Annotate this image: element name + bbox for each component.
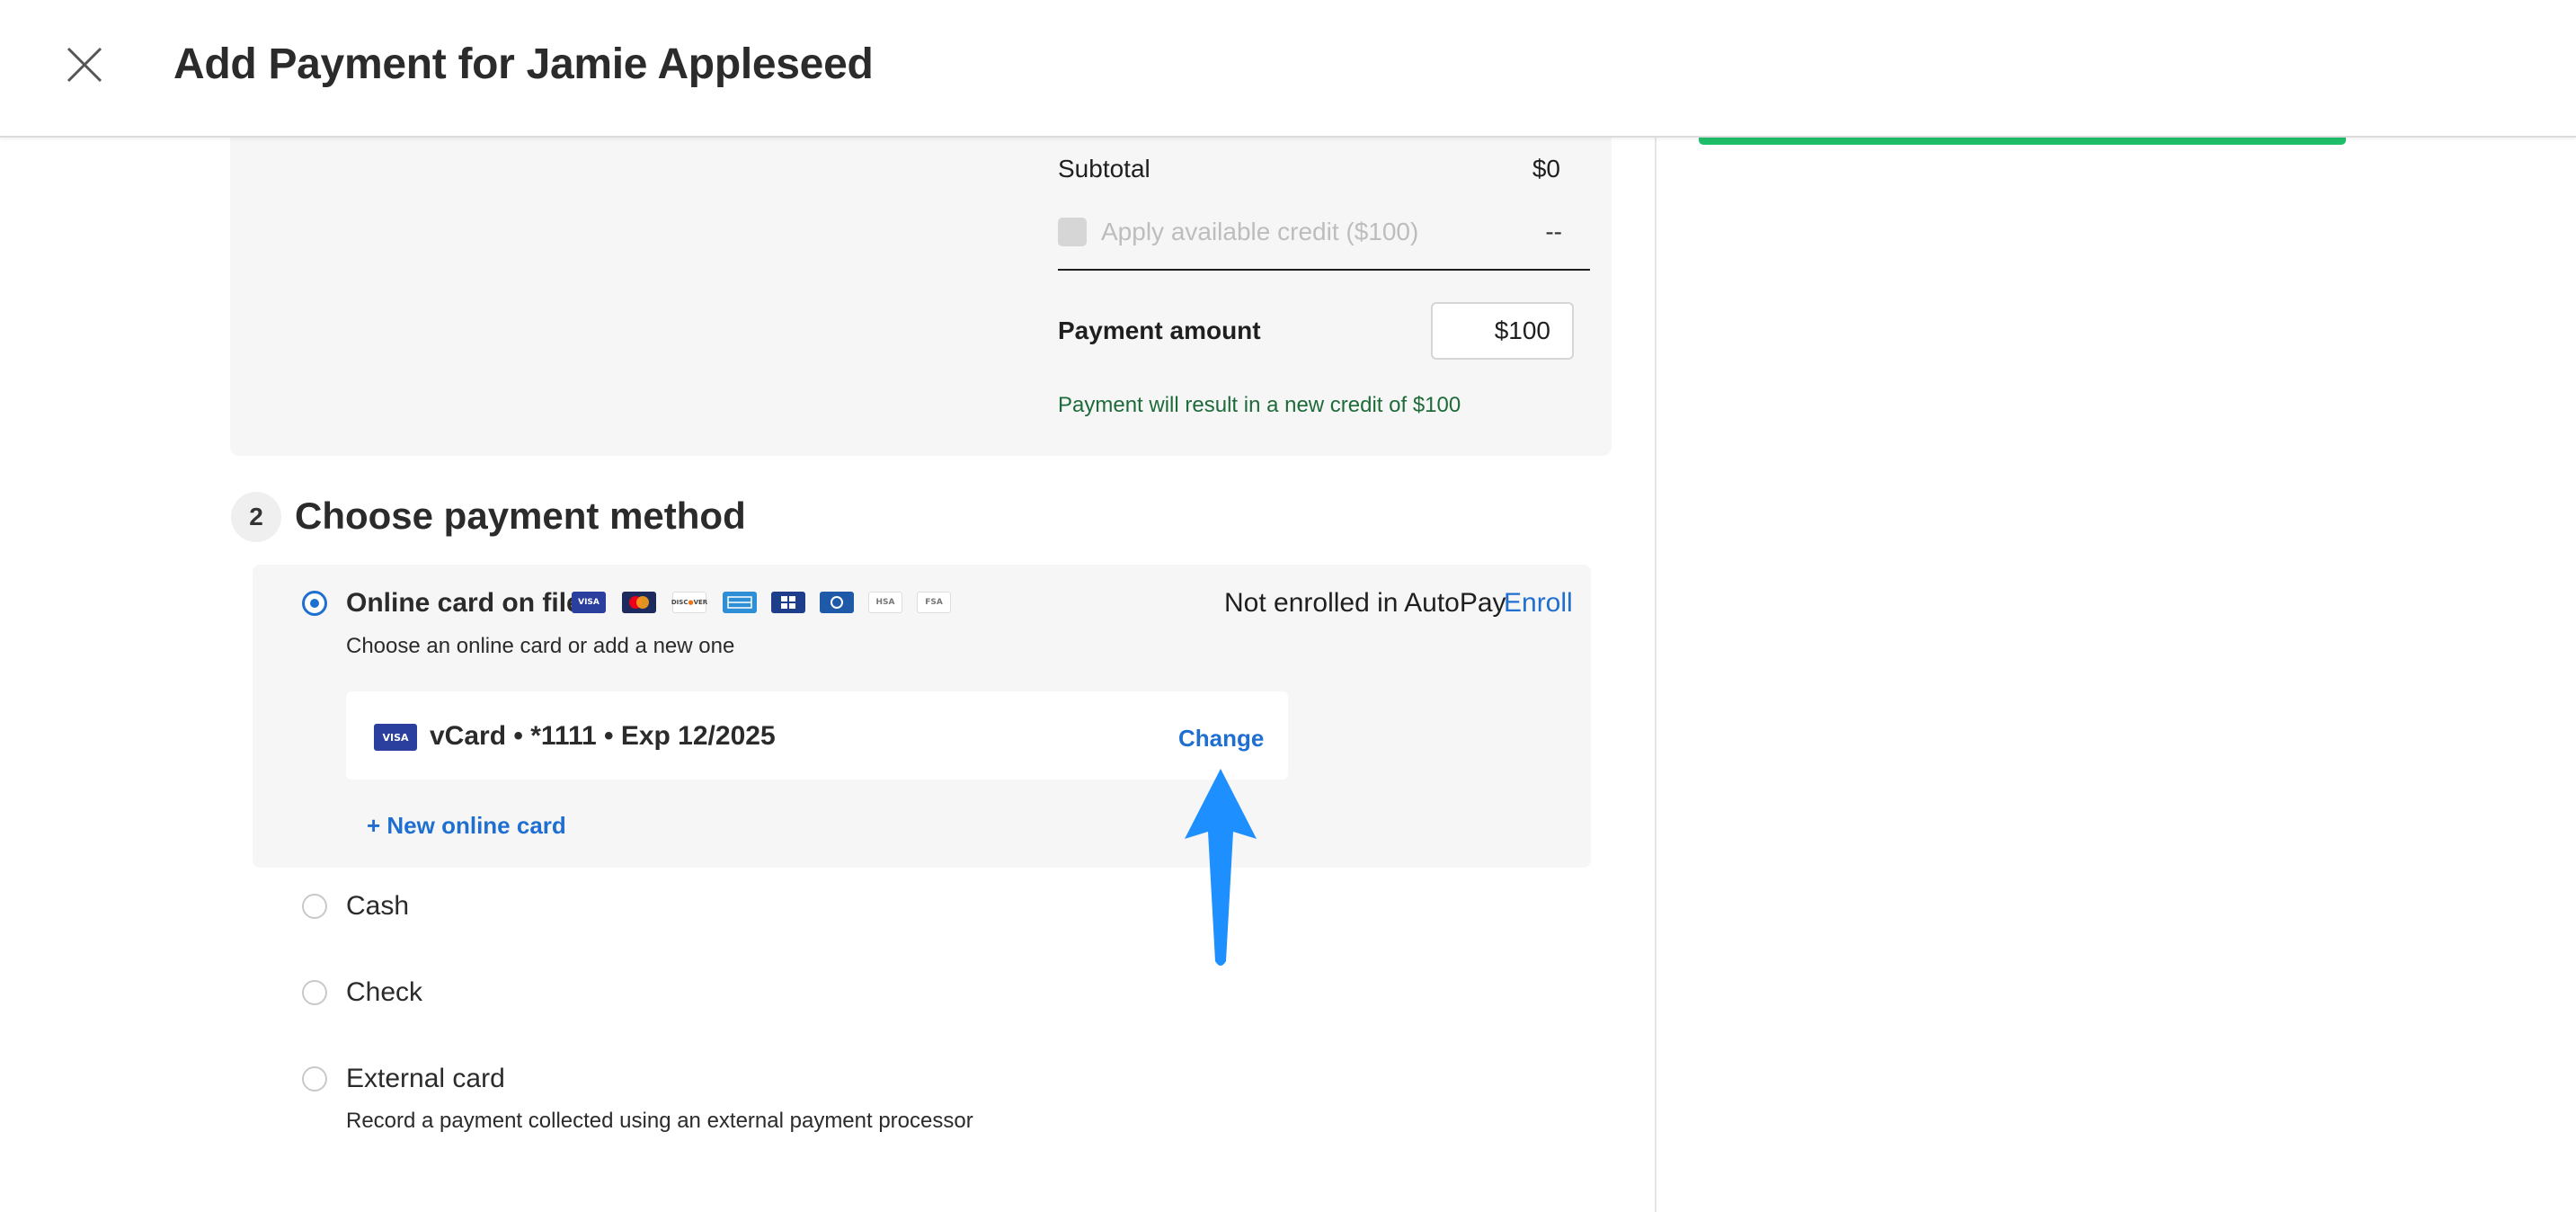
online-card-radio[interactable]	[302, 591, 327, 616]
hsa-icon: HSA	[868, 592, 902, 613]
autopay-status: Not enrolled in AutoPay	[1224, 588, 1506, 618]
change-card-button[interactable]: Change	[1178, 725, 1264, 753]
selected-card-label: vCard • *1111 • Exp 12/2025	[430, 721, 776, 751]
enroll-autopay-link[interactable]: Enroll	[1504, 588, 1573, 619]
page-title: Add Payment for Jamie Appleseed	[173, 40, 874, 88]
cash-radio[interactable]	[302, 894, 327, 919]
close-icon[interactable]	[61, 41, 108, 88]
online-card-label: Online card on file	[346, 588, 582, 618]
cash-label: Cash	[346, 891, 410, 921]
annotation-arrow-icon	[1179, 769, 1262, 967]
apply-credit-checkbox[interactable]	[1058, 218, 1087, 246]
step-title: Choose payment method	[295, 495, 746, 537]
external-card-label: External card	[346, 1064, 505, 1093]
new-online-card-button[interactable]: + New online card	[367, 812, 566, 840]
summary-divider	[1058, 269, 1590, 271]
apply-credit-value: --	[1545, 218, 1562, 245]
diners-icon	[820, 592, 854, 613]
subtotal-value: $0	[1532, 155, 1560, 183]
external-card-radio[interactable]	[302, 1066, 327, 1092]
visa-icon: VISA	[374, 724, 417, 751]
step-number-badge: 2	[231, 492, 281, 542]
modal-header: Add Payment for Jamie Appleseed	[0, 0, 2576, 138]
fsa-icon: FSA	[917, 592, 951, 613]
column-divider	[1655, 136, 1657, 1212]
visa-icon: VISA	[572, 592, 606, 613]
apply-credit-label: Apply available credit ($100)	[1101, 218, 1419, 245]
check-radio[interactable]	[302, 980, 327, 1005]
credit-note: Payment will result in a new credit of $…	[1058, 393, 1461, 417]
check-label: Check	[346, 977, 423, 1007]
jcb-icon	[771, 592, 805, 613]
external-card-description: Record a payment collected using an exte…	[346, 1109, 973, 1133]
payment-amount-label: Payment amount	[1058, 316, 1261, 344]
payment-amount-input[interactable]	[1431, 302, 1574, 360]
subtotal-label: Subtotal	[1058, 155, 1150, 183]
online-card-description: Choose an online card or add a new one	[346, 634, 735, 658]
amex-icon	[723, 592, 757, 613]
discover-icon: DISC●VER	[671, 592, 707, 613]
mastercard-icon	[622, 592, 656, 613]
